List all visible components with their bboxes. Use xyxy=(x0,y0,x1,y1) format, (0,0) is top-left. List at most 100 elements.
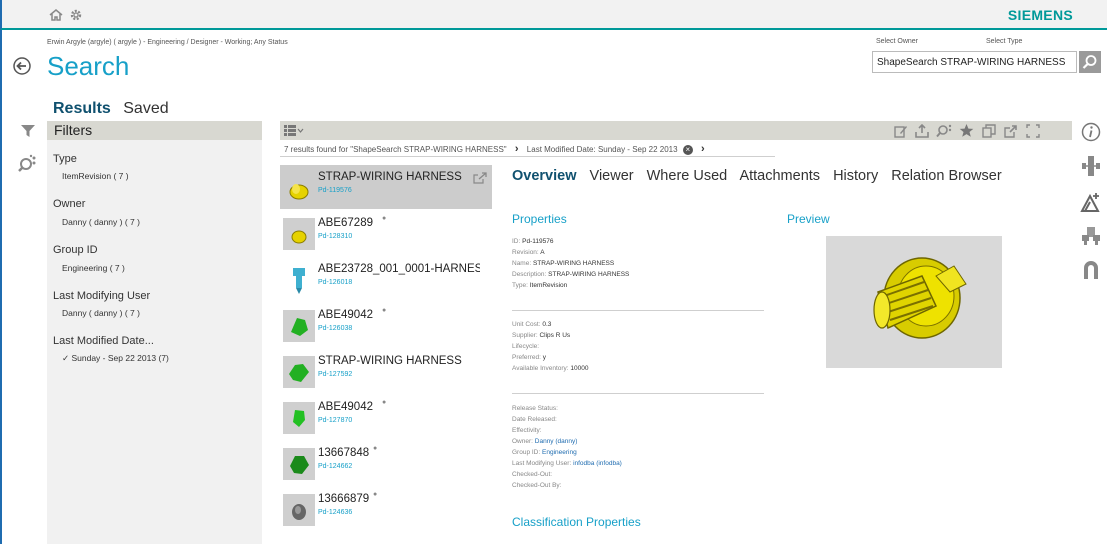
structure-icon[interactable] xyxy=(1080,155,1102,177)
assembly-icon[interactable] xyxy=(1080,226,1102,246)
status-icon: ● xyxy=(382,215,387,222)
part-3d-model xyxy=(873,257,967,339)
tab-results[interactable]: Results xyxy=(53,100,111,117)
result-name: 13667848 xyxy=(318,447,370,459)
magnet-icon[interactable] xyxy=(1081,258,1101,280)
user-link[interactable]: infodba (infodba) xyxy=(573,460,622,467)
detail-tabs: Overview Viewer Where Used Attachments H… xyxy=(512,168,1011,184)
fullscreen-icon[interactable] xyxy=(1026,124,1040,138)
property-row: Date Released: xyxy=(512,416,557,423)
page-title: Search xyxy=(47,51,130,81)
select-type-label[interactable]: Select Type xyxy=(986,38,1022,45)
filter-icon[interactable] xyxy=(20,123,36,139)
add-icon[interactable] xyxy=(1080,191,1102,213)
result-item[interactable]: 13666879 ● Pd-124636 xyxy=(280,487,492,531)
properties-title: Properties xyxy=(512,212,567,226)
part-thumbnail xyxy=(283,448,315,480)
filter-group-last-modified-date: Last Modified Date... xyxy=(53,335,154,347)
divider xyxy=(280,156,775,157)
search-input[interactable] xyxy=(872,51,1077,73)
result-name: ABE67289 xyxy=(318,217,373,229)
group-link[interactable]: Engineering xyxy=(542,449,577,456)
result-item[interactable]: ABE23728_001_0001-HARNESS Pd-126018 xyxy=(280,257,492,301)
part-thumbnail xyxy=(293,268,305,294)
property-row: Revision: A xyxy=(512,249,545,256)
result-name: ABE49042 xyxy=(318,309,373,321)
property-row: Type: ItemRevision xyxy=(512,282,568,289)
property-row: Checked-Out: xyxy=(512,471,553,478)
top-bar: SIEMENS xyxy=(0,0,1107,30)
find-icon[interactable] xyxy=(936,123,952,138)
result-id[interactable]: Pd-119576 xyxy=(318,187,352,194)
property-row: Supplier: Clips R Us xyxy=(512,332,571,339)
chevron-right-icon: › xyxy=(701,143,705,155)
back-arrow-icon[interactable] xyxy=(13,57,31,75)
part-thumbnail xyxy=(283,402,315,434)
divider xyxy=(512,310,764,311)
result-id[interactable]: Pd-126018 xyxy=(318,279,352,286)
chevron-right-icon: › xyxy=(514,143,519,155)
result-item[interactable]: 13667848 ● Pd-124662 xyxy=(280,441,492,485)
filter-option-selected[interactable]: ✓ Sunday - Sep 22 2013 (7) xyxy=(62,353,169,364)
result-id[interactable]: Pd-127592 xyxy=(318,371,352,378)
property-row: Release Status: xyxy=(512,405,558,412)
owner-link[interactable]: Danny (danny) xyxy=(535,438,578,445)
share-icon[interactable] xyxy=(1004,124,1018,138)
view-toggle-icon[interactable] xyxy=(283,124,305,137)
tab-history[interactable]: History xyxy=(833,168,878,184)
filter-option[interactable]: Engineering ( 7 ) xyxy=(62,263,125,273)
result-id[interactable]: Pd-124636 xyxy=(318,509,352,516)
breadcrumb: 7 results found for "ShapeSearch STRAP-W… xyxy=(284,143,711,155)
results-toolbar xyxy=(280,121,1072,140)
result-item[interactable]: STRAP-WIRING HARNESS Pd-127592 xyxy=(280,349,492,393)
filter-group-last-modifying-user: Last Modifying User xyxy=(53,290,151,302)
open-icon[interactable] xyxy=(473,172,489,184)
shape-search-icon[interactable] xyxy=(18,154,38,174)
home-icon[interactable] xyxy=(49,9,63,21)
result-id[interactable]: Pd-124662 xyxy=(318,463,352,470)
tab-attachments[interactable]: Attachments xyxy=(739,168,820,184)
filters-header: Filters xyxy=(47,121,262,140)
property-row: Available Inventory: 10000 xyxy=(512,365,589,372)
edit-icon[interactable] xyxy=(894,124,908,138)
tab-viewer[interactable]: Viewer xyxy=(590,168,634,184)
gear-icon[interactable] xyxy=(69,8,83,22)
result-name: ABE49042 xyxy=(318,401,373,413)
tab-where-used[interactable]: Where Used xyxy=(647,168,728,184)
search-button[interactable] xyxy=(1079,51,1101,73)
copy-icon[interactable] xyxy=(982,124,996,138)
result-id[interactable]: Pd-126038 xyxy=(318,325,352,332)
result-item[interactable]: ABE67289 ● Pd-128310 xyxy=(280,211,492,255)
result-item[interactable]: ABE49042 ● Pd-126038 xyxy=(280,303,492,347)
search-icon xyxy=(1082,55,1097,69)
preview-image[interactable] xyxy=(826,236,1002,368)
filter-option[interactable]: ItemRevision ( 7 ) xyxy=(62,171,129,181)
results-found-crumb[interactable]: 7 results found for "ShapeSearch STRAP-W… xyxy=(284,145,507,154)
result-id[interactable]: Pd-128310 xyxy=(318,233,352,240)
info-icon[interactable] xyxy=(1081,122,1101,142)
star-icon[interactable] xyxy=(959,123,974,138)
remove-filter-icon[interactable]: × xyxy=(682,145,693,155)
filters-panel: Type ItemRevision ( 7 ) Owner Danny ( da… xyxy=(47,140,262,544)
select-owner-label[interactable]: Select Owner xyxy=(876,38,918,45)
filter-option[interactable]: Danny ( danny ) ( 7 ) xyxy=(62,217,140,227)
filter-group-type: Type xyxy=(53,153,77,165)
property-row: Group ID: Engineering xyxy=(512,449,577,456)
part-thumbnail xyxy=(283,218,315,250)
tab-relation-browser[interactable]: Relation Browser xyxy=(891,168,1001,184)
property-row: Name: STRAP-WIRING HARNESS xyxy=(512,260,615,267)
result-item[interactable]: ABE49042 ● Pd-127870 xyxy=(280,395,492,439)
export-icon[interactable] xyxy=(915,124,929,138)
filter-option[interactable]: Danny ( danny ) ( 7 ) xyxy=(62,308,140,318)
tab-saved[interactable]: Saved xyxy=(123,100,168,117)
search-tabs: Results Saved xyxy=(53,100,169,118)
result-name: ABE23728_001_0001-HARNESS xyxy=(318,263,480,275)
result-item[interactable]: STRAP-WIRING HARNESS Pd-119576 xyxy=(280,165,492,209)
part-thumbnail xyxy=(283,310,315,342)
property-row: Owner: Danny (danny) xyxy=(512,438,578,445)
result-id[interactable]: Pd-127870 xyxy=(318,417,352,424)
filter-crumb[interactable]: Last Modified Date: Sunday - Sep 22 2013 xyxy=(527,145,678,154)
part-thumbnail xyxy=(289,184,309,200)
tab-overview[interactable]: Overview xyxy=(512,168,577,184)
siemens-logo: SIEMENS xyxy=(1007,7,1073,23)
